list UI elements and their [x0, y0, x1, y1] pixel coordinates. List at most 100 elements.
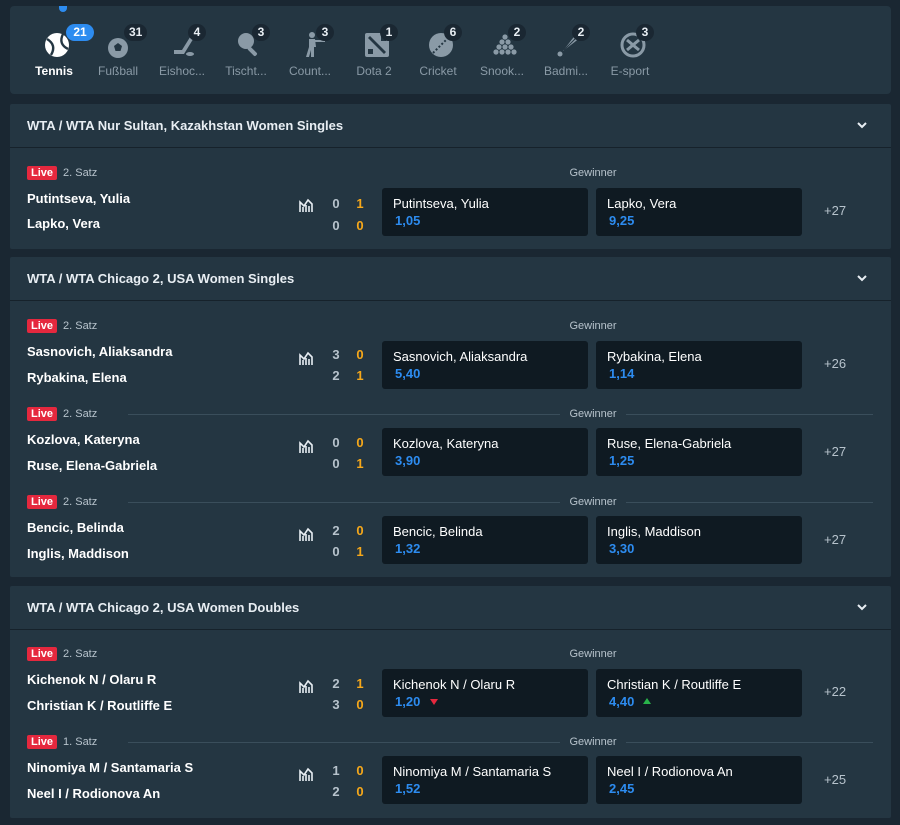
sport-tab-table-tennis[interactable]: 3 Tischt... — [214, 22, 278, 84]
sport-count-badge: 3 — [316, 24, 334, 41]
sport-count-badge: 6 — [444, 24, 462, 41]
sport-tab-snooker[interactable]: 2 Snook... — [470, 22, 534, 84]
league-section: WTA / WTA Chicago 2, USA Women Doubles L… — [10, 586, 891, 818]
player-away[interactable]: Rybakina, Elena — [27, 370, 127, 385]
more-markets-button[interactable]: +25 — [824, 772, 846, 787]
player-away[interactable]: Christian K / Routliffe E — [27, 698, 172, 713]
odds-button-away[interactable]: Inglis, Maddison 3,30 — [596, 516, 802, 564]
chevron-down-icon[interactable] — [855, 600, 869, 614]
player-away[interactable]: Neel I / Rodionova An — [27, 786, 160, 801]
player-away[interactable]: Inglis, Maddison — [27, 546, 129, 561]
odds-button-away[interactable]: Ruse, Elena-Gabriela 1,25 — [596, 428, 802, 476]
league-title: WTA / WTA Chicago 2, USA Women Singles — [27, 271, 295, 286]
odds-price: 3,30 — [609, 541, 635, 556]
odds-selection: Lapko, Vera — [607, 196, 677, 211]
odds-selection: Rybakina, Elena — [607, 349, 702, 364]
sport-tab-cricket[interactable]: 6 Cricket — [406, 22, 470, 84]
sport-tab-ice-hockey[interactable]: 4 Eishoc... — [150, 22, 214, 84]
player-home[interactable]: Sasnovich, Aliaksandra — [27, 344, 172, 359]
league-title: WTA / WTA Nur Sultan, Kazakhstan Women S… — [27, 118, 344, 133]
odds-price: 4,40 — [609, 694, 635, 709]
sport-tab-badminton[interactable]: 2 Badmi... — [534, 22, 598, 84]
league-title: WTA / WTA Chicago 2, USA Women Doubles — [27, 600, 300, 615]
league-header[interactable]: WTA / WTA Chicago 2, USA Women Singles — [10, 257, 891, 301]
active-indicator — [59, 6, 67, 12]
sport-count-badge: 2 — [572, 24, 590, 41]
odds-price: 2,45 — [609, 781, 635, 796]
score-games: 0 — [356, 763, 364, 778]
odds-button-home[interactable]: Kichenok N / Olaru R 1,20 — [382, 669, 588, 717]
odds-down-arrow-icon — [430, 699, 438, 705]
player-away[interactable]: Ruse, Elena-Gabriela — [27, 458, 157, 473]
more-markets-button[interactable]: +26 — [824, 356, 846, 371]
score-games: 0 — [356, 347, 364, 362]
statistics-icon[interactable] — [298, 351, 314, 367]
player-home[interactable]: Bencic, Belinda — [27, 520, 124, 535]
period-label: 1. Satz — [63, 736, 98, 748]
odds-selection: Kichenok N / Olaru R — [393, 677, 516, 692]
sport-tab-tennis[interactable]: 21 Tennis — [22, 22, 94, 84]
odds-selection: Ninomiya M / Santamaria S — [393, 764, 552, 779]
odds-button-home[interactable]: Ninomiya M / Santamaria S 1,52 — [382, 756, 588, 804]
sport-tab-dota[interactable]: 1 Dota 2 — [342, 22, 406, 84]
sport-tab-esport[interactable]: 3 E-sport — [598, 22, 662, 84]
market-label: Gewinner — [560, 319, 626, 333]
market-label: Gewinner — [560, 647, 626, 661]
more-markets-button[interactable]: +27 — [824, 203, 846, 218]
statistics-icon[interactable] — [298, 198, 314, 214]
more-markets-button[interactable]: +22 — [824, 684, 846, 699]
market-label: Gewinner — [560, 166, 626, 180]
chevron-down-icon[interactable] — [855, 271, 869, 285]
score-games: 0 — [356, 218, 364, 233]
player-home[interactable]: Kichenok N / Olaru R — [27, 672, 156, 687]
score-games: 1 — [356, 456, 364, 471]
row-divider — [128, 502, 873, 503]
league-section: WTA / WTA Chicago 2, USA Women Singles L… — [10, 257, 891, 577]
statistics-icon[interactable] — [298, 527, 314, 543]
more-markets-button[interactable]: +27 — [824, 444, 846, 459]
score-games: 1 — [356, 196, 364, 211]
row-divider — [128, 742, 873, 743]
match-row: Live 2. Satz Gewinner Putintseva, Yulia … — [10, 166, 891, 254]
sport-tab-football[interactable]: 31 Fußball — [86, 22, 150, 84]
sport-count-badge: 1 — [380, 24, 398, 41]
chevron-down-icon[interactable] — [855, 118, 869, 132]
more-markets-button[interactable]: +27 — [824, 532, 846, 547]
league-header[interactable]: WTA / WTA Chicago 2, USA Women Doubles — [10, 586, 891, 630]
score-games: 0 — [356, 435, 364, 450]
odds-button-away[interactable]: Christian K / Routliffe E 4,40 — [596, 669, 802, 717]
odds-button-away[interactable]: Rybakina, Elena 1,14 — [596, 341, 802, 389]
score-sets: 0 — [332, 456, 340, 471]
statistics-icon[interactable] — [298, 679, 314, 695]
live-badge: Live — [27, 735, 58, 749]
statistics-icon[interactable] — [298, 767, 314, 783]
odds-selection: Ruse, Elena-Gabriela — [607, 436, 732, 451]
odds-button-home[interactable]: Sasnovich, Aliaksandra 5,40 — [382, 341, 588, 389]
score-sets: 2 — [332, 784, 340, 799]
player-home[interactable]: Ninomiya M / Santamaria S — [27, 760, 193, 775]
league-section: WTA / WTA Nur Sultan, Kazakhstan Women S… — [10, 104, 891, 249]
live-badge: Live — [27, 166, 58, 180]
odds-button-away[interactable]: Lapko, Vera 9,25 — [596, 188, 802, 236]
player-home[interactable]: Putintseva, Yulia — [27, 191, 130, 206]
odds-button-home[interactable]: Putintseva, Yulia 1,05 — [382, 188, 588, 236]
match-row: Live 2. Satz Gewinner Bencic, Belinda In… — [10, 495, 891, 583]
league-header[interactable]: WTA / WTA Nur Sultan, Kazakhstan Women S… — [10, 104, 891, 148]
market-label: Gewinner — [560, 495, 626, 509]
sport-tab-counter-strike[interactable]: 3 Count... — [278, 22, 342, 84]
score-sets: 3 — [332, 697, 340, 712]
player-away[interactable]: Lapko, Vera — [27, 216, 100, 231]
sport-count-badge: 2 — [508, 24, 526, 41]
odds-selection: Sasnovich, Aliaksandra — [393, 349, 528, 364]
odds-button-home[interactable]: Bencic, Belinda 1,32 — [382, 516, 588, 564]
period-label: 2. Satz — [63, 320, 98, 332]
score-sets: 2 — [332, 676, 340, 691]
statistics-icon[interactable] — [298, 439, 314, 455]
odds-button-home[interactable]: Kozlova, Kateryna 3,90 — [382, 428, 588, 476]
score-games: 1 — [356, 676, 364, 691]
odds-button-away[interactable]: Neel I / Rodionova An 2,45 — [596, 756, 802, 804]
odds-price: 1,05 — [395, 213, 421, 228]
player-home[interactable]: Kozlova, Kateryna — [27, 432, 140, 447]
match-row: Live 1. Satz Gewinner Ninomiya M / Santa… — [10, 735, 891, 823]
sport-label: E-sport — [610, 64, 650, 78]
